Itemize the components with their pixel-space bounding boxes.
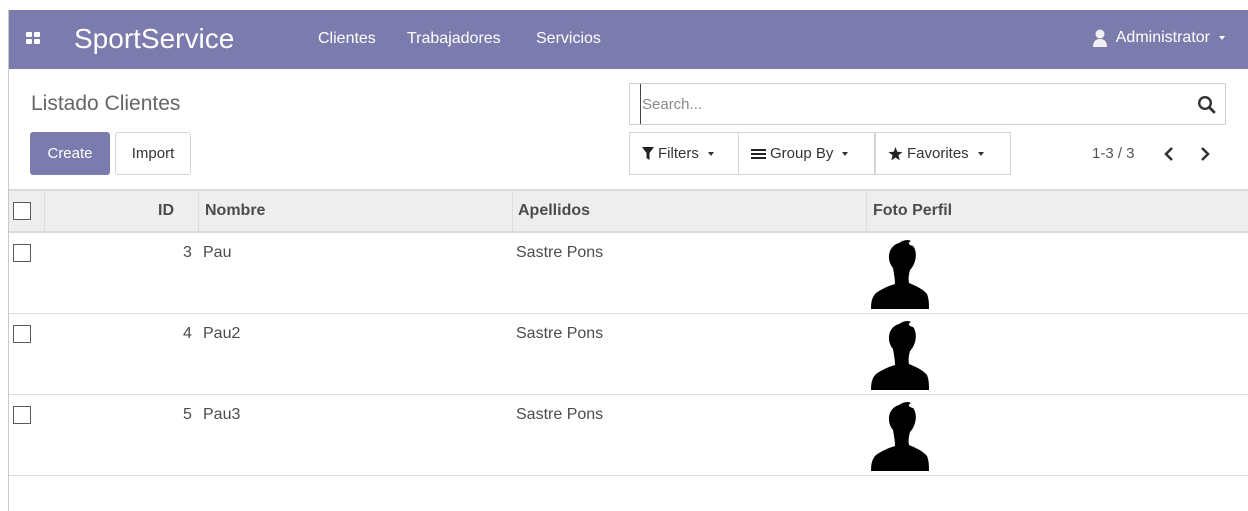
favorites-label: Favorites bbox=[907, 145, 969, 162]
caret-down-icon bbox=[1219, 36, 1225, 40]
import-button[interactable]: Import bbox=[115, 132, 191, 175]
search-input[interactable] bbox=[640, 84, 1180, 124]
cell-apellidos: Sastre Pons bbox=[516, 325, 604, 342]
row-checkbox[interactable] bbox=[13, 406, 31, 424]
table-row[interactable]: 3 Pau Sastre Pons bbox=[9, 233, 1248, 314]
cell-id: 5 bbox=[183, 406, 192, 423]
chevron-left-icon[interactable] bbox=[1162, 146, 1176, 162]
cell-nombre: Pau bbox=[203, 244, 232, 261]
chevron-right-icon[interactable] bbox=[1198, 146, 1212, 162]
column-header-nombre[interactable]: Nombre bbox=[205, 191, 265, 231]
app-brand[interactable]: SportService bbox=[74, 22, 234, 56]
row-checkbox[interactable] bbox=[13, 244, 31, 262]
list-icon bbox=[751, 148, 766, 159]
page-title: Listado Clientes bbox=[31, 92, 181, 115]
avatar-placeholder-icon bbox=[871, 401, 929, 471]
cell-apellidos: Sastre Pons bbox=[516, 244, 604, 261]
column-header-id[interactable]: ID bbox=[158, 191, 174, 231]
caret-down-icon bbox=[707, 151, 714, 156]
cell-nombre: Pau2 bbox=[203, 325, 241, 342]
table-row[interactable]: 4 Pau2 Sastre Pons bbox=[9, 314, 1248, 395]
column-header-foto-perfil[interactable]: Foto Perfil bbox=[873, 191, 952, 231]
row-checkbox[interactable] bbox=[13, 325, 31, 343]
table-row[interactable]: 5 Pau3 Sastre Pons bbox=[9, 395, 1248, 476]
caret-down-icon bbox=[842, 151, 849, 156]
cell-id: 3 bbox=[183, 244, 192, 261]
app-window: SportService Clientes Trabajadores Servi… bbox=[8, 10, 1248, 511]
search-icon[interactable] bbox=[1197, 95, 1216, 114]
group-by-dropdown[interactable]: Group By bbox=[738, 132, 875, 175]
avatar-placeholder-icon bbox=[871, 239, 929, 309]
create-button[interactable]: Create bbox=[30, 132, 110, 175]
table-header: ID Nombre Apellidos Foto Perfil bbox=[9, 189, 1248, 233]
cell-apellidos: Sastre Pons bbox=[516, 406, 604, 423]
star-icon bbox=[888, 146, 903, 160]
column-header-apellidos[interactable]: Apellidos bbox=[518, 191, 590, 231]
cell-id: 4 bbox=[183, 325, 192, 342]
filters-dropdown[interactable]: Filters bbox=[629, 132, 739, 175]
filter-icon bbox=[642, 147, 654, 160]
avatar-placeholder-icon bbox=[871, 320, 929, 390]
filters-label: Filters bbox=[658, 145, 699, 162]
select-all-checkbox[interactable] bbox=[13, 202, 31, 220]
menu-item-trabajadores[interactable]: Trabajadores bbox=[407, 29, 501, 49]
group-by-label: Group By bbox=[770, 145, 834, 162]
cell-nombre: Pau3 bbox=[203, 406, 241, 423]
pager-value[interactable]: 1-3 / 3 bbox=[1092, 144, 1135, 164]
user-name: Administrator bbox=[1115, 29, 1210, 46]
search-box bbox=[629, 83, 1226, 125]
menu-item-clientes[interactable]: Clientes bbox=[318, 29, 376, 49]
caret-down-icon bbox=[977, 151, 984, 156]
user-menu[interactable]: Administrator bbox=[1092, 28, 1225, 48]
top-navbar: SportService Clientes Trabajadores Servi… bbox=[9, 10, 1248, 69]
favorites-dropdown[interactable]: Favorites bbox=[875, 132, 1011, 175]
apps-menu-icon[interactable] bbox=[26, 32, 40, 45]
menu-item-servicios[interactable]: Servicios bbox=[536, 29, 601, 49]
user-icon bbox=[1092, 29, 1107, 47]
